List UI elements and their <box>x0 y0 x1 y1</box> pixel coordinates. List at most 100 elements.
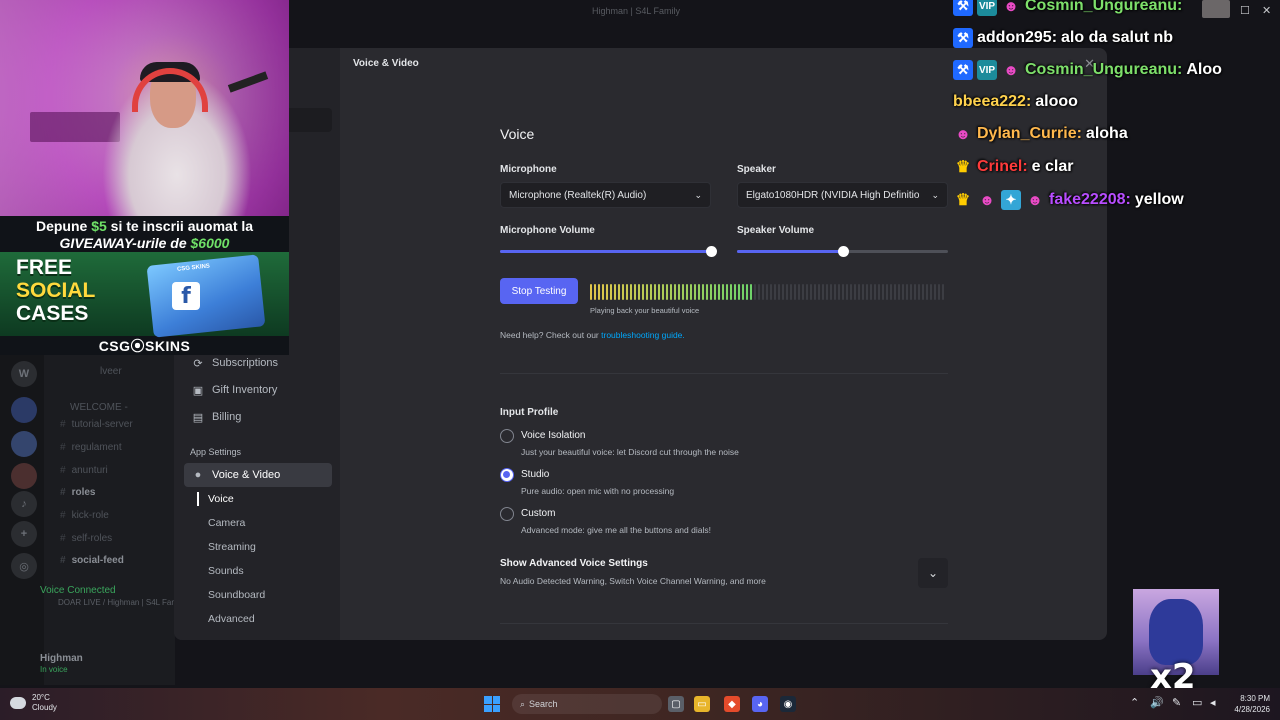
promo-banner: Depune $5 si te inscrii auomat la GIVEAW… <box>0 216 289 355</box>
meter-bar <box>726 284 728 300</box>
vip-badge-icon: VIP <box>977 0 997 16</box>
meter-bar <box>642 284 644 300</box>
voice-isolation-radio[interactable] <box>500 429 514 443</box>
speaker-value: Elgato1080HDR (NVIDIA High Definitio <box>746 189 920 201</box>
taskbar-search[interactable]: ⌕ Search <box>512 694 662 714</box>
sidebar-item-gift-inventory[interactable]: ▣ Gift Inventory <box>184 378 332 402</box>
server-icon[interactable] <box>11 463 37 489</box>
meter-bar <box>610 284 612 300</box>
meter-bar <box>842 284 844 300</box>
promo-line-1: Depune $5 si te inscrii auomat la <box>35 218 254 234</box>
sidebar-search-input[interactable] <box>282 108 332 132</box>
discord-icon[interactable]: ◕ <box>752 696 768 712</box>
sidebar-subitem-streaming[interactable]: Streaming <box>208 541 256 553</box>
voice-channel-name[interactable]: DOAR LIVE / Highman | S4L Fami <box>58 598 180 607</box>
category-header[interactable]: WELCOME - <box>70 402 128 413</box>
steam-icon[interactable]: ◉ <box>780 696 796 712</box>
meter-bar <box>914 284 916 300</box>
chat-message: ⚒ VIP ☻ Cosmin_Ungureanu: Aloo <box>953 59 1222 81</box>
speaker-icon[interactable]: ◂ <box>1210 696 1216 709</box>
channel-item[interactable]: # tutorial-server <box>60 419 133 430</box>
moderator-badge-icon: ⚒ <box>953 28 973 48</box>
troubleshooting-link[interactable]: troubleshooting guide. <box>601 330 685 340</box>
brave-icon[interactable]: ◆ <box>724 696 740 712</box>
meter-bar <box>818 284 820 300</box>
emote-badge-icon: ☻ <box>1003 61 1019 79</box>
meter-bar <box>774 284 776 300</box>
advanced-voice-settings-title[interactable]: Show Advanced Voice Settings <box>500 558 648 569</box>
channel-item[interactable]: # social-feed <box>60 555 124 566</box>
start-button[interactable] <box>484 696 500 712</box>
meter-bar <box>770 284 772 300</box>
user-name[interactable]: Highman <box>40 653 83 664</box>
chat-message: ⚒ VIP ☻ Cosmin_Ungureanu: <box>953 0 1186 17</box>
volume-icon[interactable]: 🔊 <box>1150 696 1164 709</box>
task-view-icon[interactable]: ▢ <box>668 696 684 712</box>
studio-radio[interactable] <box>500 468 514 482</box>
option-title: Voice Isolation <box>521 430 586 441</box>
server-icon[interactable] <box>11 431 37 457</box>
sidebar-subitem-camera[interactable]: Camera <box>208 517 245 529</box>
clock[interactable]: 8:30 PM 4/28/2026 <box>1228 693 1270 715</box>
display-icon[interactable]: ▭ <box>1192 696 1202 709</box>
close-icon[interactable]: ✕ <box>1262 4 1271 17</box>
window-title: Highman | S4L Family <box>592 6 681 16</box>
meter-bar <box>630 284 632 300</box>
channel-item[interactable]: # kick-role <box>60 510 109 521</box>
discover-icon[interactable]: ◎ <box>11 553 37 579</box>
meter-bar <box>646 284 648 300</box>
music-server-icon[interactable]: ♪ <box>11 491 37 517</box>
divider <box>500 373 948 374</box>
custom-radio[interactable] <box>500 507 514 521</box>
sidebar-subitem-soundboard[interactable]: Soundboard <box>208 589 265 601</box>
chat-username: Crinel: <box>977 158 1028 175</box>
moderator-badge-icon: ⚒ <box>953 0 973 16</box>
advanced-voice-settings-desc: No Audio Detected Warning, Switch Voice … <box>500 576 766 586</box>
sidebar-subitem-advanced[interactable]: Advanced <box>208 613 255 625</box>
weather-widget[interactable]: 20°C Cloudy <box>10 693 57 713</box>
mic-volume-slider[interactable] <box>500 245 717 257</box>
sidebar-subitem-sounds[interactable]: Sounds <box>208 565 244 577</box>
meter-bar <box>930 284 932 300</box>
chat-text: aloha <box>1085 125 1128 142</box>
tray-chevron-icon[interactable]: ⌃ <box>1130 696 1139 709</box>
server-icon[interactable] <box>11 397 37 423</box>
sidebar-subitem-voice[interactable]: Voice <box>197 492 234 506</box>
meter-bar <box>734 284 736 300</box>
input-level-meter <box>590 284 946 300</box>
slider-handle[interactable] <box>706 246 717 257</box>
channel-item[interactable]: # roles <box>60 487 95 498</box>
chevron-down-icon: ⌄ <box>694 189 702 200</box>
channel-item[interactable]: lveer <box>100 366 122 377</box>
channel-item[interactable]: # regulament <box>60 442 122 453</box>
add-server-icon[interactable]: + <box>11 521 37 547</box>
channel-item[interactable]: # self-roles <box>60 533 112 544</box>
microphone-select[interactable]: Microphone (Realtek(R) Audio) ⌄ <box>500 182 711 208</box>
speaker-label: Speaker <box>737 164 776 175</box>
meter-bar <box>614 284 616 300</box>
page-title: Voice <box>500 126 535 142</box>
meter-bar <box>826 284 828 300</box>
maximize-icon[interactable]: ☐ <box>1240 4 1250 17</box>
speaker-select[interactable]: Elgato1080HDR (NVIDIA High Definitio ⌄ <box>737 182 948 208</box>
option-description: Advanced mode: give me all the buttons a… <box>521 525 711 535</box>
meter-bar <box>822 284 824 300</box>
chat-text: alo da salut nb <box>1061 29 1174 46</box>
sidebar-item-label: Gift Inventory <box>212 384 278 396</box>
sidebar-item-voice-video[interactable]: ● Voice & Video <box>184 463 332 487</box>
meter-bar <box>810 284 812 300</box>
meter-bar <box>730 284 732 300</box>
server-icon-w[interactable]: W <box>11 361 37 387</box>
file-explorer-icon[interactable]: ▭ <box>694 696 710 712</box>
stop-testing-button[interactable]: Stop Testing <box>500 278 578 304</box>
meter-bar <box>830 284 832 300</box>
slider-handle[interactable] <box>837 246 849 257</box>
pen-icon[interactable]: ✎ <box>1172 696 1181 709</box>
user-status: In voice <box>40 665 68 674</box>
sidebar-item-billing[interactable]: ▤ Billing <box>184 405 332 429</box>
option-title: Studio <box>521 469 550 480</box>
chat-username: Cosmin_Ungureanu: <box>1025 0 1183 14</box>
speaker-volume-slider[interactable] <box>737 245 948 257</box>
chevron-down-icon[interactable]: ⌄ <box>918 558 948 588</box>
channel-item[interactable]: # anunturi <box>60 465 108 476</box>
